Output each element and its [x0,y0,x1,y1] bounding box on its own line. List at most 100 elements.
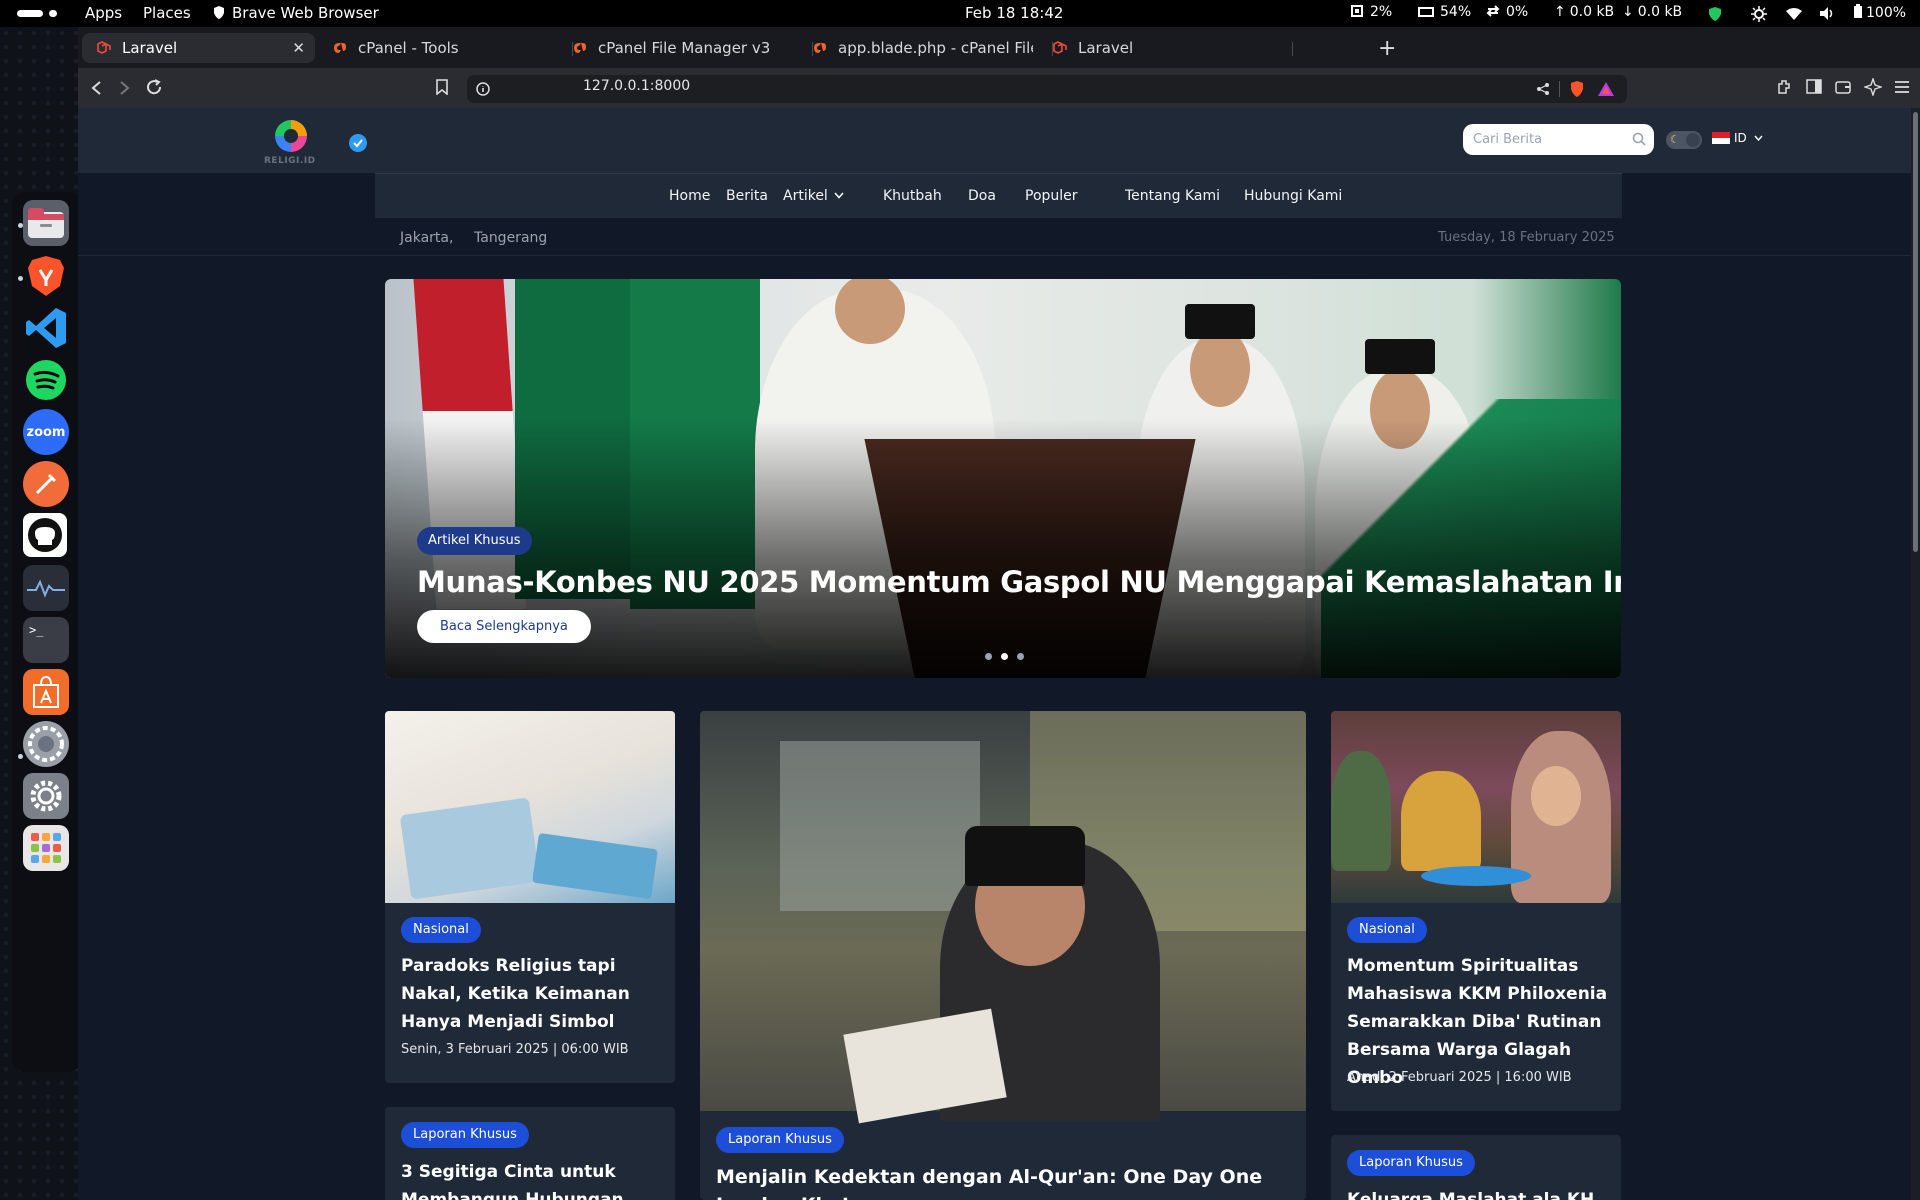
running-indicator [18,223,23,228]
places-menu[interactable]: Places [143,4,191,22]
upload-value: 0.0 kB [1569,4,1615,20]
girl-face [1531,766,1581,826]
nav-khutbah[interactable]: Khutbah [883,188,942,204]
brave-icon [214,6,224,19]
slide-dot-2[interactable] [1001,653,1008,660]
tab-laravel[interactable]: Laravel ✕ [82,33,315,63]
tab-app-blade[interactable]: app.blade.php - cPanel File M [798,33,1033,63]
site-info-icon[interactable] [476,82,490,96]
settings-icon[interactable] [23,773,69,819]
brave-shields-icon[interactable] [1569,80,1585,98]
hero-title[interactable]: Munas-Konbes NU 2025 Momentum Gaspol NU … [417,565,1621,599]
prompt-icon: >_ [29,623,44,637]
close-tab-icon[interactable]: ✕ [292,33,305,63]
brave-rewards-icon[interactable] [1597,81,1615,97]
apps-menu[interactable]: Apps [85,4,122,22]
scrollbar-thumb[interactable] [1913,112,1918,552]
card-title[interactable]: 3 Segitiga Cinta untuk Membangun Hubunga… [401,1158,651,1200]
vscode-icon[interactable] [23,305,69,351]
card-category-badge[interactable]: Laporan Khusus [716,1127,844,1153]
bookmark-icon[interactable] [436,79,448,95]
nav-tentang-kami[interactable]: Tentang Kami [1125,188,1220,204]
leo-ai-icon[interactable] [1864,78,1882,96]
workspace-indicator[interactable] [17,10,57,17]
slide-dot-3[interactable] [1017,653,1024,660]
location-tangerang[interactable]: Tangerang [474,230,547,246]
nav-populer[interactable]: Populer [1025,188,1078,204]
read-more-button[interactable]: Baca Selengkapnya [417,610,591,643]
forward-icon[interactable] [119,80,131,96]
postman-icon[interactable] [23,461,69,507]
quran-book [399,797,541,900]
card-category-badge[interactable]: Laporan Khusus [1347,1150,1475,1176]
chevron-down-icon [834,192,844,199]
card-title[interactable]: Keluarga Maslahat ala KH Bisri [1347,1186,1612,1200]
slide-dot-1[interactable] [985,653,992,660]
zoom-label: zoom [26,424,66,440]
brightness-icon[interactable] [1751,6,1767,22]
card-title[interactable]: Menjalin Kedektan dengan Al-Qur'an: One … [716,1163,1296,1200]
tab-cpanel-file-manager[interactable]: cPanel File Manager v3 [558,33,788,63]
new-tab-button[interactable]: + [1378,36,1396,61]
volume-icon[interactable] [1819,6,1835,21]
brave-browser-icon[interactable] [23,253,69,299]
files-icon[interactable] [23,200,69,246]
active-app-menu[interactable]: Brave Web Browser [212,4,379,22]
divider [1559,81,1560,97]
nav-hubungi-kami[interactable]: Hubungi Kami [1244,188,1342,204]
battery-icon [1854,4,1862,18]
card-image [1331,711,1621,903]
location-jakarta[interactable]: Jakarta, [400,230,453,246]
laravel-favicon-icon [97,41,111,54]
hamburger-menu-icon[interactable] [1894,80,1910,94]
battery-indicator[interactable]: 100% [1853,4,1906,21]
reload-icon[interactable] [146,79,163,96]
zoom-icon[interactable]: zoom [23,409,69,455]
news-card[interactable]: Laporan Khusus Keluarga Maslahat ala KH … [1331,1135,1621,1200]
sidebar-icon[interactable] [1806,79,1822,94]
logo-text: RELIGI.ID [264,156,316,166]
browser-tab-bar: Laravel ✕ cPanel - Tools cPanel File Man… [78,27,1920,68]
browser-toolbar: 127.0.0.1:8000 [78,68,1920,108]
page-scrollbar[interactable] [1911,108,1920,1200]
system-monitor-icon[interactable] [23,565,69,611]
clock[interactable]: Feb 18 18:42 [965,4,1063,22]
music-icon [26,360,66,400]
wifi-icon[interactable] [1785,7,1803,21]
news-card[interactable]: Nasional Paradoks Religius tapi Nakal, K… [385,711,675,1083]
card-title[interactable]: Paradoks Religius tapi Nakal, Ketika Kei… [401,952,663,1036]
card-category-badge[interactable]: Nasional [401,917,481,943]
github-desktop-icon[interactable] [23,513,67,557]
card-category-badge[interactable]: Laporan Khusus [401,1122,529,1148]
dark-mode-toggle[interactable]: ☾ [1666,131,1702,149]
search-icon[interactable] [1632,132,1646,146]
software-updater-icon[interactable] [23,721,69,767]
spotify-icon[interactable] [23,357,69,403]
card-category-badge[interactable]: Nasional [1347,917,1427,943]
search-input[interactable] [1473,124,1623,155]
tab-label: cPanel File Manager v3 [598,39,771,57]
news-card[interactable]: Nasional Momentum Spiritualitas Mahasisw… [1331,711,1621,1111]
news-card[interactable]: Laporan Khusus 3 Segitiga Cinta untuk Me… [385,1107,675,1200]
wallet-icon[interactable] [1835,79,1851,94]
card-date: Ahad, 2 Februari 2025 | 16:00 WIB [1347,1070,1572,1085]
site-logo[interactable] [275,120,307,152]
terminal-icon[interactable]: >_ [23,617,69,663]
news-card-featured[interactable]: Laporan Khusus Menjalin Kedektan dengan … [700,711,1306,1200]
back-icon[interactable] [90,80,102,96]
shield-icon[interactable] [1708,6,1722,22]
language-selector[interactable]: ID [1712,131,1763,145]
nav-artikel[interactable]: Artikel [783,188,844,204]
hero-category-badge[interactable]: Artikel Khusus [417,527,532,555]
nav-doa[interactable]: Doa [968,188,996,204]
show-apps-icon[interactable] [23,825,69,871]
app-center-icon[interactable] [23,669,69,715]
tab-laravel-2[interactable]: Laravel [1038,33,1268,63]
hero-slider[interactable]: Artikel Khusus Munas-Konbes NU 2025 Mome… [385,279,1621,678]
extensions-icon[interactable] [1776,79,1792,95]
tab-cpanel-tools[interactable]: cPanel - Tools [318,33,548,63]
nav-home[interactable]: Home [669,188,710,204]
language-code: ID [1734,131,1747,145]
share-icon[interactable] [1536,82,1550,96]
nav-berita[interactable]: Berita [726,188,768,204]
